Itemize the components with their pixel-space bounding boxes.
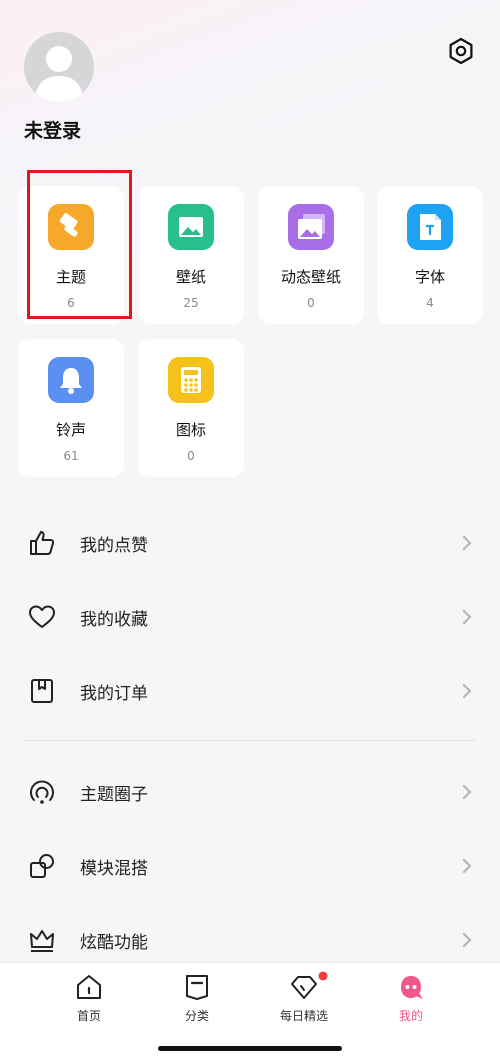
resource-count: 61 [63,449,79,463]
tab-label: 我的 [398,1009,423,1023]
daily-pick-icon [291,976,317,999]
resource-card-wallpaper[interactable]: 壁纸 25 [138,186,244,324]
tab-category[interactable]: 分类 [157,973,237,1029]
menu-label: 炫酷功能 [80,933,148,953]
resource-name: 壁纸 [175,268,206,286]
home-icon [77,975,101,999]
menu-label: 我的订单 [80,684,148,704]
tab-label: 分类 [184,1009,209,1023]
category-icon [186,975,208,1000]
menu-label: 我的点赞 [80,536,148,556]
resource-name: 动态壁纸 [280,268,341,286]
tab-mine[interactable]: 我的 [371,973,451,1029]
menu-item-orders[interactable]: 我的订单 [0,661,500,721]
menu-label: 模块混搭 [80,859,148,879]
tab-label: 首页 [76,1009,101,1023]
chevron-right-icon [462,683,472,699]
resource-count: 0 [307,296,315,310]
resource-card-font[interactable]: 字体 4 [377,186,483,324]
crown-icon [30,930,54,952]
module-mix-icon [30,854,54,878]
heart-icon [29,605,55,628]
resource-name: 字体 [414,268,445,286]
mine-icon [401,976,423,999]
thumbs-up-icon [30,531,55,555]
circle-community-icon [30,780,54,804]
chevron-right-icon [462,932,472,948]
notification-badge [318,971,328,981]
menu-item-favorites[interactable]: 我的收藏 [0,587,500,647]
bell-icon [48,357,94,403]
chevron-right-icon [462,858,472,874]
menu-divider [24,740,476,741]
resource-name: 图标 [175,421,206,439]
resource-card-icon-pack[interactable]: 图标 0 [138,339,244,477]
live-wallpaper-icon [288,204,334,250]
menu-label: 主题圈子 [80,785,148,805]
default-avatar-icon [34,46,84,102]
icon-pack-icon [168,357,214,403]
menu-item-cool-features[interactable]: 炫酷功能 [0,910,500,970]
profile-section[interactable] [24,32,94,102]
avatar[interactable] [24,32,94,102]
font-icon [407,204,453,250]
menu-item-module-mix[interactable]: 模块混搭 [0,836,500,896]
resource-card-live-wallpaper[interactable]: 动态壁纸 0 [258,186,364,324]
bottom-tab-bar: 首页 分类 每日精选 我的 [0,962,500,1059]
resource-card-ringtone[interactable]: 铃声 61 [18,339,124,477]
menu-item-likes[interactable]: 我的点赞 [0,513,500,573]
chevron-right-icon [462,784,472,800]
resource-name: 铃声 [55,421,86,439]
tab-daily-picks[interactable]: 每日精选 [264,971,344,1029]
order-icon [31,679,53,703]
resource-count: 4 [426,296,434,310]
chevron-right-icon [462,609,472,625]
menu-label: 我的收藏 [80,610,148,630]
home-indicator[interactable] [158,1046,342,1051]
resource-count: 0 [187,449,195,463]
username-label[interactable]: 未登录 [24,116,81,143]
wallpaper-icon [168,204,214,250]
tab-home[interactable]: 首页 [49,973,129,1029]
highlight-box [27,170,132,319]
menu-item-theme-circle[interactable]: 主题圈子 [0,762,500,822]
tab-label: 每日精选 [279,1009,328,1023]
settings-icon[interactable] [446,36,476,66]
resource-count: 25 [183,296,199,310]
chevron-right-icon [462,535,472,551]
